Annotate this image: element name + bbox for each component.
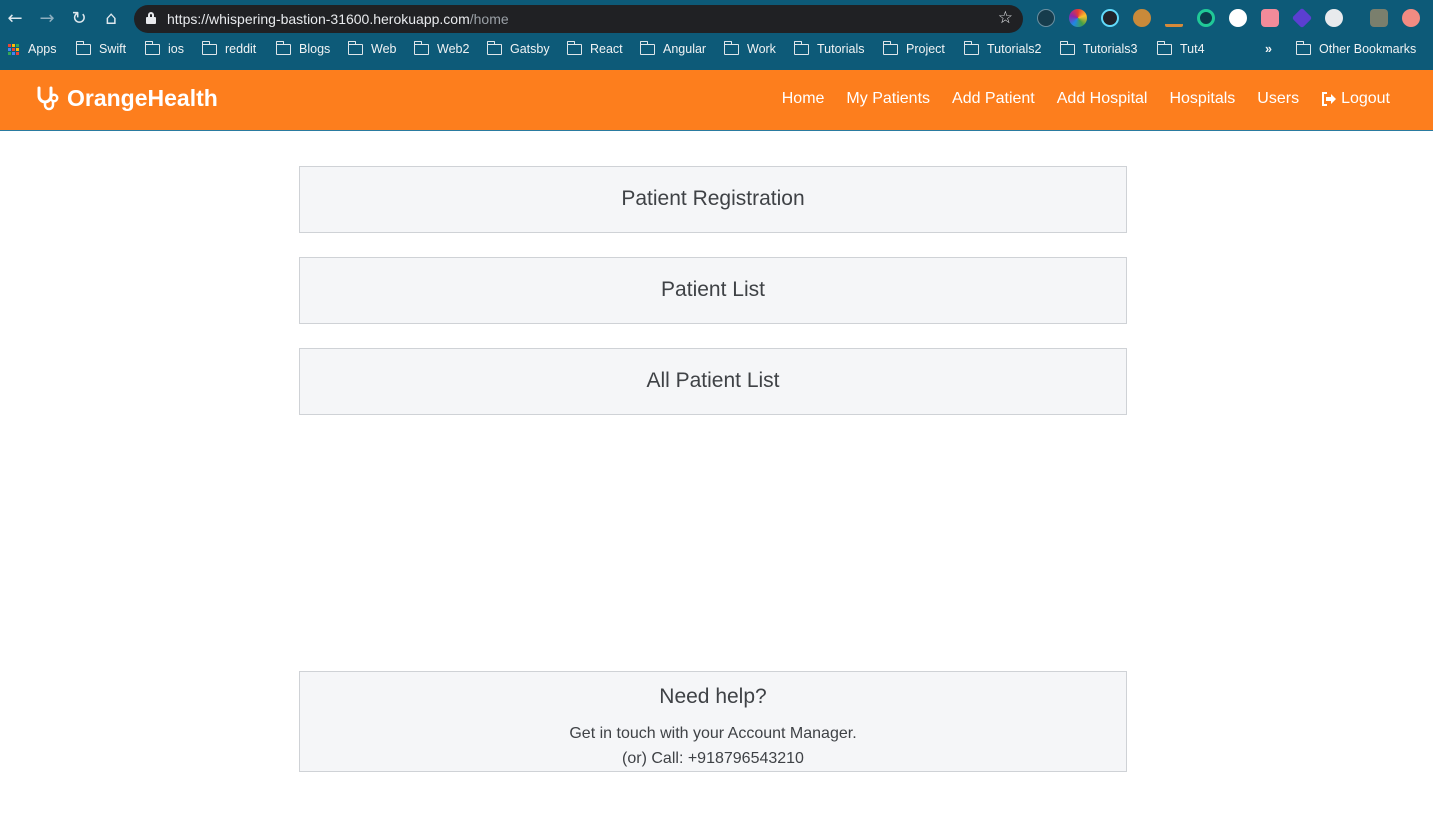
help-phone-text: (or) Call: +918796543210 (622, 750, 804, 767)
bookmark-label: Tutorials2 (987, 42, 1042, 56)
folder-icon (144, 40, 160, 55)
bookmark-folder[interactable]: Tutorials (793, 40, 865, 56)
nav-links: Home My Patients Add Patient Add Hospita… (760, 90, 1390, 108)
folder-icon (75, 40, 91, 55)
bookmark-folder[interactable]: React (566, 40, 623, 56)
bookmark-folder[interactable]: reddit (201, 40, 257, 56)
bookmark-folder[interactable]: Blogs (275, 40, 331, 56)
folder-icon (963, 40, 979, 55)
help-title: Need help? (659, 685, 767, 708)
folder-icon (793, 40, 809, 55)
folder-icon (201, 40, 217, 55)
address-bar[interactable]: https://whispering-bastion-31600.herokua… (134, 5, 1023, 33)
help-panel: Need help? Get in touch with your Accoun… (299, 671, 1127, 772)
bookmark-label: Gatsby (510, 42, 550, 56)
folder-icon (639, 40, 655, 55)
bookmark-label: React (590, 42, 623, 56)
nav-link-hospitals[interactable]: Hospitals (1169, 90, 1235, 108)
bookmark-folder[interactable]: Web2 (413, 40, 470, 56)
bookmark-label: Other Bookmarks (1319, 42, 1417, 56)
folder-icon (1295, 40, 1311, 55)
folder-icon (1059, 40, 1075, 55)
diamond-extension-icon[interactable] (1291, 7, 1313, 29)
reload-icon[interactable]: ↻ (68, 8, 90, 30)
help-text: Get in touch with your Account Manager. … (300, 721, 1126, 771)
bookmark-folder[interactable]: ios (144, 40, 184, 56)
bookmark-folder[interactable]: Gatsby (486, 40, 550, 56)
bookmark-folder[interactable]: Angular (639, 40, 707, 56)
folder-icon (1156, 40, 1172, 55)
nav-link-my-patients[interactable]: My Patients (846, 90, 930, 108)
nav-link-add-hospital[interactable]: Add Hospital (1057, 90, 1148, 108)
folder-icon (486, 40, 502, 55)
cookie-extension-icon[interactable] (1133, 9, 1151, 27)
bookmark-label: Tutorials (817, 42, 865, 56)
extension-icon-1[interactable] (1037, 9, 1055, 27)
bookmark-label: Work (747, 42, 776, 56)
browser-toolbar: ← → ↻ ⌂ https://whispering-bastion-31600… (0, 0, 1433, 37)
logout-button[interactable]: Logout (1321, 90, 1390, 108)
url-text: https://whispering-bastion-31600.herokua… (167, 11, 509, 27)
pen-extension-icon[interactable] (1165, 9, 1183, 27)
bookmarks-overflow-button[interactable]: » (1265, 42, 1272, 56)
apps-grid-icon (8, 43, 19, 55)
bookmark-folder[interactable]: Work (723, 40, 776, 56)
patient-registration-button[interactable]: Patient Registration (299, 166, 1127, 233)
folder-icon (413, 40, 429, 55)
stethoscope-icon (37, 86, 59, 110)
update-icon[interactable] (1402, 9, 1420, 27)
bookmark-label: Apps (28, 42, 57, 56)
profile-avatar[interactable] (1370, 9, 1388, 27)
brand-logo[interactable]: OrangeHealth (35, 85, 218, 112)
url-base: https://whispering-bastion-31600.herokua… (167, 11, 470, 27)
bookmark-apps[interactable]: Apps (8, 42, 57, 56)
back-icon[interactable]: ← (4, 8, 26, 30)
brand-name: OrangeHealth (67, 85, 218, 111)
logout-label: Logout (1341, 90, 1390, 107)
bookmarks-bar: Apps Swift ios reddit Blogs Web Web2 Gat… (0, 39, 1433, 63)
bookmark-label: Blogs (299, 42, 331, 56)
bookmark-folder[interactable]: Tutorials3 (1059, 40, 1138, 56)
bookmark-label: Tutorials3 (1083, 42, 1138, 56)
nav-link-users[interactable]: Users (1257, 90, 1299, 108)
url-path: /home (469, 11, 509, 27)
app-navbar: OrangeHealth Home My Patients Add Patien… (0, 70, 1433, 131)
all-patient-list-button[interactable]: All Patient List (299, 348, 1127, 415)
bookmark-star-icon[interactable]: ☆ (998, 8, 1013, 28)
bookmark-folder[interactable]: Project (882, 40, 945, 56)
patient-list-button[interactable]: Patient List (299, 257, 1127, 324)
bookmark-label: Angular (663, 42, 707, 56)
bookmark-folder[interactable]: Web (347, 40, 397, 56)
home-icon[interactable]: ⌂ (100, 8, 122, 30)
bookmark-folder[interactable]: Tut4 (1156, 40, 1205, 56)
bookmark-label: Swift (99, 42, 127, 56)
bookmark-label: Project (906, 42, 945, 56)
folder-icon (566, 40, 582, 55)
folder-icon (723, 40, 739, 55)
help-account-manager-text: Get in touch with your Account Manager. (569, 725, 857, 742)
bookmark-label: Web (371, 42, 397, 56)
nav-link-home[interactable]: Home (782, 90, 825, 108)
logout-icon (1322, 92, 1337, 106)
browser-chrome: ← → ↻ ⌂ https://whispering-bastion-31600… (0, 0, 1433, 70)
react-devtools-icon[interactable] (1101, 9, 1119, 27)
bookmark-label: Web2 (437, 42, 470, 56)
color-picker-extension-icon[interactable] (1069, 9, 1087, 27)
folder-icon (882, 40, 898, 55)
bookmark-label: ios (168, 42, 184, 56)
bookmark-label: reddit (225, 42, 257, 56)
forward-icon[interactable]: → (36, 8, 58, 30)
other-bookmarks-folder[interactable]: Other Bookmarks (1295, 40, 1417, 56)
moon-extension-icon[interactable] (1325, 9, 1343, 27)
bookmark-label: Tut4 (1180, 42, 1205, 56)
folder-icon (347, 40, 363, 55)
lock-icon (146, 12, 156, 24)
h-extension-icon[interactable] (1229, 9, 1247, 27)
target-extension-icon[interactable] (1197, 9, 1215, 27)
arrow-extension-icon[interactable] (1261, 9, 1279, 27)
bookmark-folder[interactable]: Tutorials2 (963, 40, 1042, 56)
bookmark-folder[interactable]: Swift (75, 40, 127, 56)
nav-link-add-patient[interactable]: Add Patient (952, 90, 1035, 108)
folder-icon (275, 40, 291, 55)
